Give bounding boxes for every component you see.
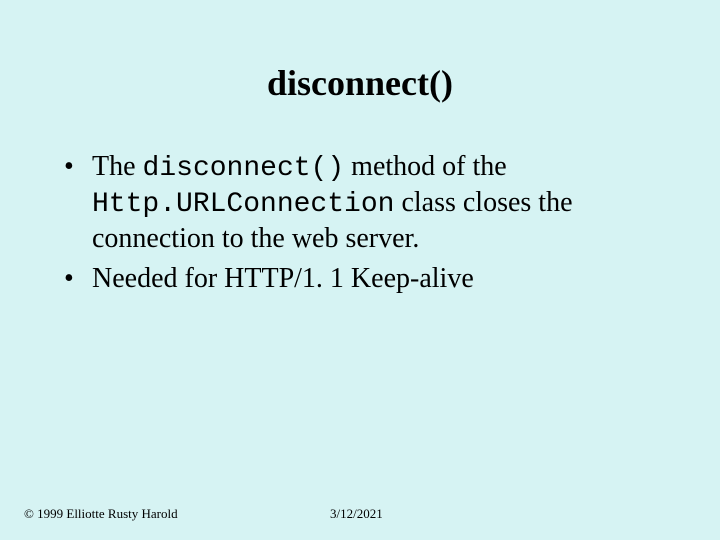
slide-content: The disconnect() method of the Http.URLC…: [0, 150, 720, 297]
slide-title: disconnect(): [0, 0, 720, 104]
list-item: The disconnect() method of the Http.URLC…: [58, 150, 680, 256]
code-span: Http.URLConnection: [92, 189, 394, 220]
list-item: Needed for HTTP/1. 1 Keep-alive: [58, 262, 680, 296]
slide: disconnect() The disconnect() method of …: [0, 0, 720, 540]
code-span: disconnect(): [143, 153, 345, 184]
bullet-text: Needed for HTTP/1. 1 Keep-alive: [92, 263, 474, 294]
copyright-text: © 1999 Elliotte Rusty Harold: [24, 506, 178, 522]
date-text: 3/12/2021: [330, 506, 383, 522]
bullet-text: method of the: [344, 151, 507, 182]
bullet-text: The: [92, 151, 143, 182]
bullet-list: The disconnect() method of the Http.URLC…: [58, 150, 680, 297]
